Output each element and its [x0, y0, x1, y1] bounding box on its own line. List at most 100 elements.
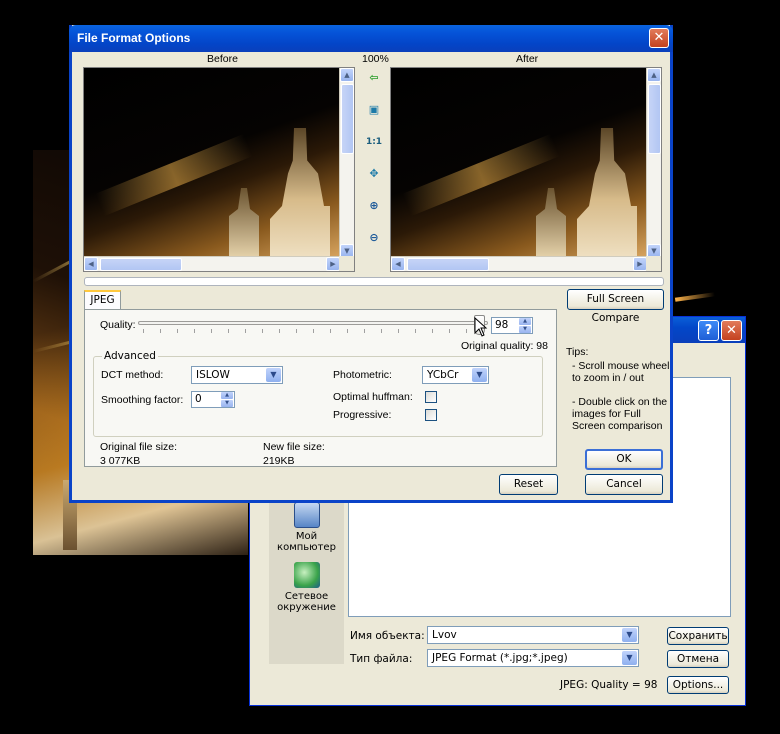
tower-shape	[536, 188, 566, 258]
close-button[interactable]: ✕	[649, 28, 669, 48]
vertical-scrollbar[interactable]: ▲ ▼	[646, 68, 661, 258]
pan-icon[interactable]: ✥	[366, 166, 382, 182]
original-size-value: 3 077KB	[100, 455, 141, 467]
filename-label: Имя объекта:	[350, 630, 425, 642]
slider-tick	[160, 329, 161, 333]
place-network[interactable]: Сетевое окружение	[269, 562, 344, 613]
chevron-down-icon[interactable]: ▼	[266, 368, 281, 382]
filename-combo[interactable]: Lvov ▼	[427, 626, 639, 644]
places-bar: Мой компьютер Сетевое окружение	[269, 497, 344, 664]
slider-tick	[415, 329, 416, 333]
filetype-label: Тип файла:	[350, 653, 413, 665]
slider-tick	[177, 329, 178, 333]
chevron-down-icon[interactable]: ▼	[622, 628, 637, 642]
smoothing-spinbox[interactable]: 0 ▲ ▼	[191, 391, 235, 408]
chevron-down-icon[interactable]: ▼	[622, 651, 637, 665]
slider-tick	[364, 329, 365, 333]
slider-tick	[279, 329, 280, 333]
spin-down-icon[interactable]: ▼	[519, 326, 531, 333]
spin-up-icon[interactable]: ▲	[221, 392, 233, 399]
horizontal-scrollbar[interactable]: ◀ ▶	[84, 256, 340, 271]
spin-down-icon[interactable]: ▼	[221, 400, 233, 407]
light-streak	[674, 292, 716, 302]
help-button[interactable]: ?	[698, 320, 719, 341]
back-arrow-icon[interactable]: ⇦	[366, 70, 382, 86]
actual-size-icon[interactable]: 1:1	[364, 134, 384, 150]
dialog-title: File Format Options	[77, 31, 191, 45]
reset-button[interactable]: Reset	[499, 474, 558, 495]
tower-shape	[229, 188, 259, 258]
my-computer-icon	[293, 502, 320, 528]
optimal-huffman-checkbox[interactable]	[425, 391, 437, 403]
slider-tick	[398, 329, 399, 333]
slider-tick	[466, 329, 467, 333]
quality-label: Quality:	[100, 319, 136, 331]
quality-slider-track[interactable]	[138, 321, 488, 325]
close-button[interactable]: ✕	[721, 320, 742, 341]
scroll-left-icon[interactable]: ◀	[84, 257, 98, 271]
place-label: Мой компьютер	[277, 531, 336, 553]
scroll-right-icon[interactable]: ▶	[633, 257, 647, 271]
slider-tick	[296, 329, 297, 333]
zoom-in-icon[interactable]: ⊕	[366, 198, 382, 214]
slider-tick	[449, 329, 450, 333]
scroll-thumb[interactable]	[341, 84, 354, 154]
horizontal-scrollbar[interactable]: ◀ ▶	[391, 256, 647, 271]
before-preview[interactable]: ▲ ▼ ◀ ▶	[83, 67, 355, 272]
fit-window-icon[interactable]: ▣	[366, 102, 382, 118]
quality-spinbox[interactable]: 98 ▲ ▼	[491, 317, 533, 334]
new-size-label: New file size:	[263, 441, 325, 453]
smoothing-value: 0	[195, 393, 202, 405]
place-label: Сетевое окружение	[277, 591, 336, 613]
zoom-out-icon[interactable]: ⊖	[366, 230, 382, 246]
tab-jpeg[interactable]: JPEG	[84, 290, 121, 310]
vertical-scrollbar[interactable]: ▲ ▼	[339, 68, 354, 258]
scroll-up-icon[interactable]: ▲	[340, 68, 354, 82]
cancel-button[interactable]: Cancel	[585, 474, 663, 495]
tip-double-click: - Double click on the images for Full Sc…	[572, 396, 668, 432]
scroll-thumb[interactable]	[648, 84, 661, 154]
ok-button[interactable]: OK	[585, 449, 663, 470]
spin-up-icon[interactable]: ▲	[519, 318, 531, 325]
light-beam	[402, 133, 560, 217]
quality-note: JPEG: Quality = 98	[560, 679, 658, 691]
light-beam	[95, 133, 253, 217]
after-image[interactable]	[391, 68, 647, 258]
filetype-combo[interactable]: JPEG Format (*.jpg;*.jpeg) ▼	[427, 649, 639, 667]
scroll-right-icon[interactable]: ▶	[326, 257, 340, 271]
scroll-corner	[646, 256, 661, 271]
quality-value: 98	[495, 319, 509, 331]
original-size-label: Original file size:	[100, 441, 178, 453]
chevron-down-icon[interactable]: ▼	[472, 368, 487, 382]
scroll-left-icon[interactable]: ◀	[391, 257, 405, 271]
slider-tick	[347, 329, 348, 333]
photometric-select[interactable]: YCbCr ▼	[422, 366, 489, 384]
full-screen-compare-button[interactable]: Full Screen Compare	[567, 289, 664, 324]
scroll-thumb[interactable]	[407, 258, 489, 271]
slider-tick	[381, 329, 382, 333]
ffo-titlebar[interactable]: File Format Options ✕	[69, 25, 673, 52]
church-shape	[577, 128, 637, 258]
scroll-corner	[339, 256, 354, 271]
before-image[interactable]	[84, 68, 340, 258]
zoom-label: 100%	[362, 53, 389, 65]
progressive-label: Progressive:	[333, 409, 392, 421]
slider-tick	[330, 329, 331, 333]
photometric-value: YCbCr	[427, 369, 459, 381]
slider-tick	[211, 329, 212, 333]
progress-bar	[84, 277, 664, 286]
dct-method-select[interactable]: ISLOW ▼	[191, 366, 283, 384]
after-preview[interactable]: ▲ ▼ ◀ ▶	[390, 67, 662, 272]
slider-tick	[432, 329, 433, 333]
scroll-up-icon[interactable]: ▲	[647, 68, 661, 82]
network-places-icon	[293, 562, 320, 588]
save-button[interactable]: Сохранить	[667, 627, 729, 645]
options-button[interactable]: Options...	[667, 676, 729, 694]
progressive-checkbox[interactable]	[425, 409, 437, 421]
photometric-label: Photometric:	[333, 369, 392, 381]
before-label: Before	[207, 53, 238, 65]
cancel-button[interactable]: Отмена	[667, 650, 729, 668]
filetype-value: JPEG Format (*.jpg;*.jpeg)	[432, 652, 568, 664]
place-my-computer[interactable]: Мой компьютер	[269, 502, 344, 553]
scroll-thumb[interactable]	[100, 258, 182, 271]
